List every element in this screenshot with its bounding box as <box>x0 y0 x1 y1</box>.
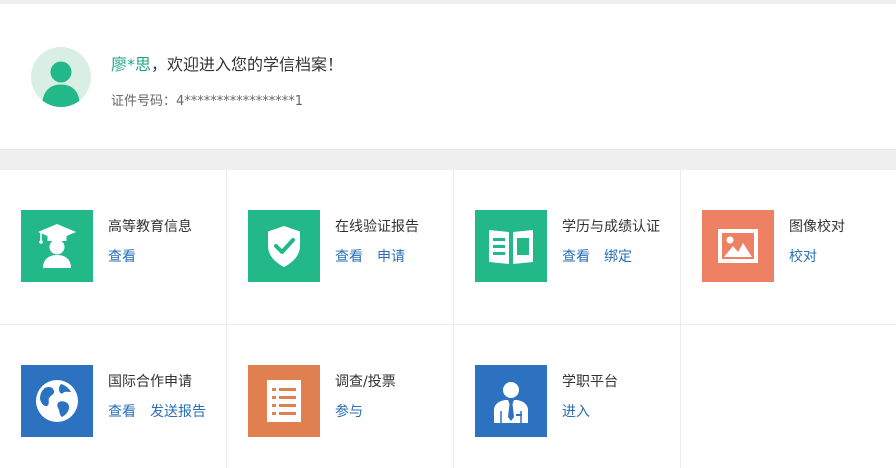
service-tile[interactable] <box>475 365 547 437</box>
service-title: 图像校对 <box>789 219 845 235</box>
profile-panel: 廖*思，欢迎进入您的学信档案！ 证件号码：4*****************1 <box>0 4 896 150</box>
service-career-platform: 学职平台 进入 <box>454 325 681 468</box>
service-tile[interactable] <box>475 210 547 282</box>
id-label: 证件号码： <box>111 94 177 109</box>
id-number-line: 证件号码：4*****************1 <box>111 90 303 109</box>
proofread-link[interactable]: 校对 <box>789 249 817 265</box>
enter-link[interactable]: 进入 <box>562 404 590 420</box>
open-book-icon <box>489 230 533 264</box>
service-image-proofread: 图像校对 校对 <box>681 170 896 325</box>
view-link[interactable]: 查看 <box>108 404 136 420</box>
service-tile[interactable] <box>248 210 320 282</box>
service-links: 查看 申请 <box>335 246 419 266</box>
welcome-text: ，欢迎进入您的学信档案！ <box>151 55 344 74</box>
view-link[interactable]: 查看 <box>562 249 590 265</box>
service-title: 调查/投票 <box>335 374 396 390</box>
service-survey-vote: 调查/投票 参与 <box>227 325 454 468</box>
view-link[interactable]: 查看 <box>108 249 136 265</box>
graduate-icon <box>38 224 76 268</box>
user-avatar-icon <box>42 61 80 107</box>
service-links: 查看 发送报告 <box>108 401 220 421</box>
service-links: 参与 <box>335 401 377 421</box>
services-grid: 高等教育信息 查看 在线验证报告 查看 申请 学历与成绩认证 查看 绑定 图像校… <box>0 170 896 468</box>
service-links: 进入 <box>562 401 604 421</box>
empty-cell <box>681 325 896 468</box>
service-tile[interactable] <box>21 365 93 437</box>
service-tile[interactable] <box>21 210 93 282</box>
id-value: 4*****************1 <box>176 94 304 109</box>
globe-icon <box>36 380 78 422</box>
send-report-link[interactable]: 发送报告 <box>150 404 206 420</box>
service-higher-education: 高等教育信息 查看 <box>0 170 227 325</box>
service-links: 查看 绑定 <box>562 246 646 266</box>
service-online-verification: 在线验证报告 查看 申请 <box>227 170 454 325</box>
picture-icon <box>718 229 758 263</box>
service-title: 学历与成绩认证 <box>562 219 660 235</box>
participate-link[interactable]: 参与 <box>335 404 363 420</box>
shield-check-icon <box>268 226 300 267</box>
bind-link[interactable]: 绑定 <box>604 249 632 265</box>
service-title: 在线验证报告 <box>335 219 419 235</box>
service-international-cooperation: 国际合作申请 查看 发送报告 <box>0 325 227 468</box>
service-links: 查看 <box>108 246 150 266</box>
view-link[interactable]: 查看 <box>335 249 363 265</box>
apply-link[interactable]: 申请 <box>377 249 405 265</box>
avatar <box>31 47 91 107</box>
service-title: 国际合作申请 <box>108 374 192 390</box>
service-credential-certification: 学历与成绩认证 查看 绑定 <box>454 170 681 325</box>
username: 廖*思 <box>111 55 152 74</box>
service-title: 高等教育信息 <box>108 219 192 235</box>
service-links: 校对 <box>789 246 831 266</box>
list-icon <box>267 380 301 422</box>
business-person-icon <box>494 382 528 423</box>
service-tile[interactable] <box>702 210 774 282</box>
service-tile[interactable] <box>248 365 320 437</box>
service-title: 学职平台 <box>562 374 618 390</box>
welcome-message: 廖*思，欢迎进入您的学信档案！ <box>111 51 343 75</box>
